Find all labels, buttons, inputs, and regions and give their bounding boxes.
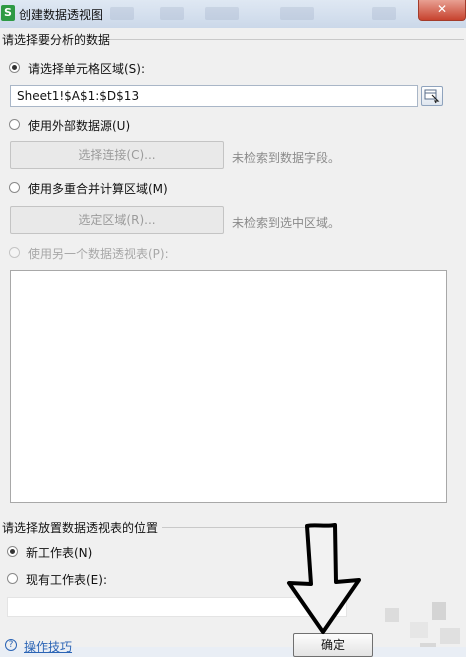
cell-range-input[interactable]: Sheet1!$A$1:$D$13	[10, 85, 418, 107]
radio-external-source-label[interactable]: 使用外部数据源(U)	[28, 117, 130, 134]
help-icon[interactable]: ?	[5, 639, 17, 651]
radio-new-worksheet-label[interactable]: 新工作表(N)	[26, 544, 92, 561]
radio-existing-worksheet[interactable]	[7, 573, 18, 584]
window-title: 创建数据透视图	[19, 8, 104, 22]
radio-external-source[interactable]	[9, 119, 20, 130]
mosaic-block	[432, 602, 446, 620]
external-source-hint: 未检索到数据字段。	[232, 151, 341, 165]
title-bar: S 创建数据透视图 ✕	[0, 0, 466, 29]
close-button[interactable]: ✕	[418, 0, 466, 21]
multi-range-hint: 未检索到选中区域。	[232, 216, 341, 230]
ribbon-ghost	[280, 7, 314, 20]
radio-another-pivot[interactable]	[9, 247, 20, 258]
mosaic-block	[440, 628, 460, 644]
mosaic-block	[410, 622, 428, 638]
wps-app-icon: S	[1, 5, 15, 21]
radio-existing-worksheet-label[interactable]: 现有工作表(E):	[26, 571, 107, 588]
radio-cell-range-label[interactable]: 请选择单元格区域(S):	[28, 60, 145, 77]
create-pivot-chart-dialog: 请选择要分析的数据 请选择单元格区域(S): Sheet1!$A$1:$D$13…	[0, 28, 466, 657]
range-picker-icon	[424, 89, 440, 104]
ribbon-ghost	[372, 7, 396, 20]
annotation-arrow-icon	[287, 523, 361, 634]
pivot-table-list[interactable]	[10, 270, 447, 503]
mosaic-block	[420, 643, 436, 647]
ribbon-ghost	[205, 7, 239, 20]
group-divider	[110, 39, 464, 40]
ribbon-ghost	[110, 7, 134, 20]
radio-another-pivot-label: 使用另一个数据透视表(P):	[28, 247, 169, 261]
radio-new-worksheet[interactable]	[7, 546, 18, 557]
location-group-title: 请选择放置数据透视表的位置	[2, 521, 159, 535]
ribbon-ghost	[160, 7, 184, 20]
choose-connection-button[interactable]: 选择连接(C)...	[10, 141, 224, 169]
radio-multiple-ranges-label[interactable]: 使用多重合并计算区域(M)	[28, 180, 168, 197]
select-range-button[interactable]: 选定区域(R)...	[10, 206, 224, 234]
radio-cell-range[interactable]	[9, 62, 20, 73]
range-picker-button[interactable]	[421, 86, 443, 106]
radio-multiple-ranges[interactable]	[9, 182, 20, 193]
source-group-title: 请选择要分析的数据	[2, 33, 111, 47]
mosaic-block	[385, 608, 399, 622]
